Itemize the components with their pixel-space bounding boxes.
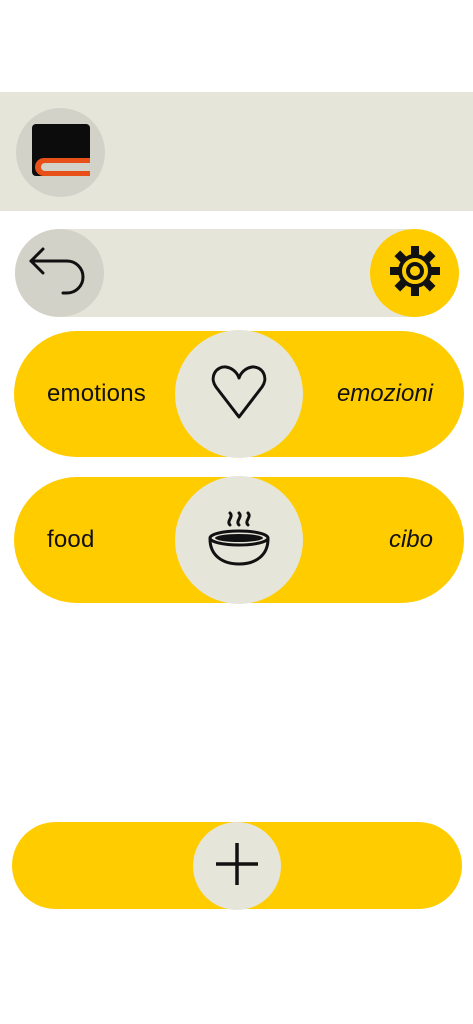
soup-bowl-icon xyxy=(206,505,272,576)
category-label-it: emozioni xyxy=(336,380,433,407)
category-icon-circle xyxy=(175,330,303,458)
app-logo xyxy=(16,108,105,197)
plus-icon xyxy=(214,841,260,892)
category-food[interactable]: food cibo xyxy=(14,476,464,604)
category-label-en: food xyxy=(47,526,95,553)
category-emotions[interactable]: emotions emozioni xyxy=(14,330,464,458)
back-arrow-icon xyxy=(27,243,93,304)
category-label-it: cibo xyxy=(388,526,433,553)
book-logo-icon xyxy=(30,122,92,183)
category-label-en: emotions xyxy=(47,380,146,407)
heart-icon xyxy=(210,363,268,426)
gear-icon xyxy=(389,245,441,302)
category-icon-circle xyxy=(175,476,303,604)
settings-button[interactable] xyxy=(370,229,459,317)
back-button[interactable] xyxy=(15,229,104,317)
add-button[interactable] xyxy=(193,822,281,910)
